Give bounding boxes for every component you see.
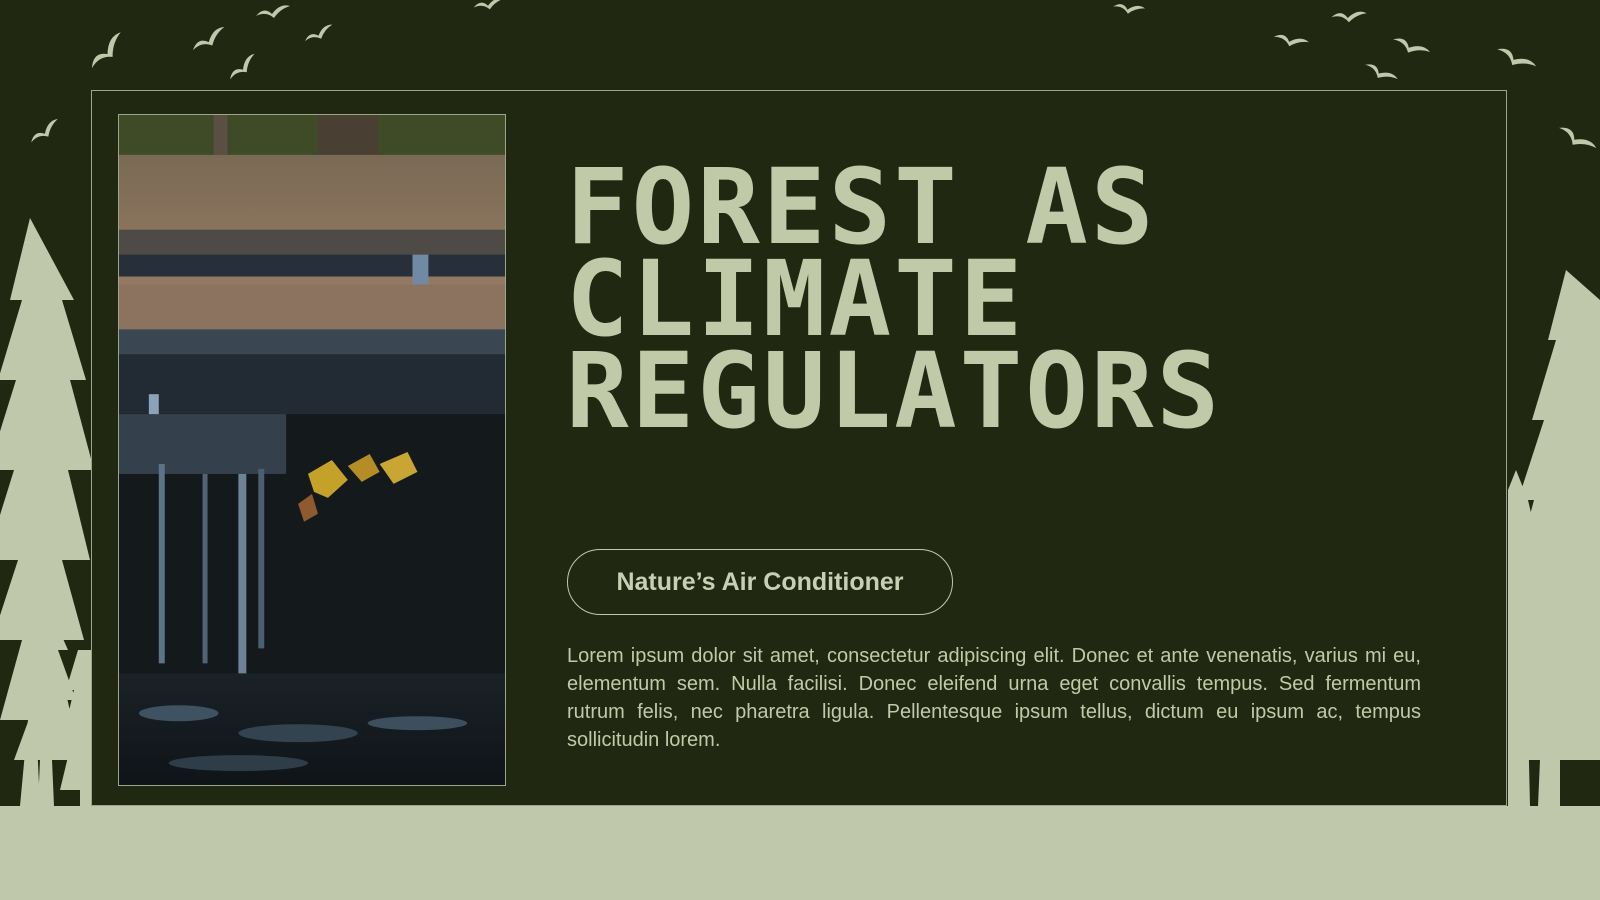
title-line-3: Regulators <box>566 330 1223 452</box>
content-card: Forest as Climate Regulators Nature’s Ai… <box>91 90 1507 806</box>
pine-trees-right <box>1508 270 1600 806</box>
forest-waterfall-photo <box>118 114 506 786</box>
pine-trees-left <box>0 218 94 806</box>
body-paragraph: Lorem ipsum dolor sit amet, consectetur … <box>567 645 1421 751</box>
subtitle-pill: Nature’s Air Conditioner <box>567 549 953 615</box>
forest-floor <box>0 806 1600 900</box>
slide-title: Forest as Climate Regulators <box>566 155 1466 452</box>
